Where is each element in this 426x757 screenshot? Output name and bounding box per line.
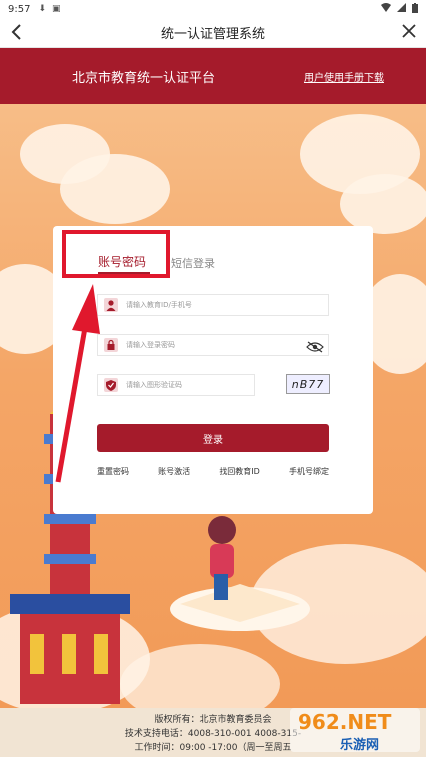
cell-signal-icon	[397, 3, 406, 15]
portal-header: 北京市教育统一认证平台 用户使用手册下载	[0, 48, 426, 104]
login-button[interactable]: 登录	[97, 424, 329, 452]
username-field	[97, 294, 329, 316]
app-title: 统一认证管理系统	[160, 27, 265, 42]
login-links: 重置密码 账号激活 找回教育ID 手机号绑定	[97, 466, 329, 477]
activate-account-link[interactable]: 账号激活	[158, 466, 190, 477]
close-icon[interactable]	[402, 22, 416, 43]
recover-edu-id-link[interactable]: 找回教育ID	[219, 466, 260, 477]
bind-phone-link[interactable]: 手机号绑定	[289, 466, 329, 477]
highlight-box	[62, 230, 170, 278]
tab-sms-login[interactable]: 短信登录	[171, 255, 215, 271]
status-bar: 9:57 ⬇ ▣	[0, 0, 426, 18]
username-input[interactable]	[126, 295, 296, 315]
eye-icon[interactable]	[306, 338, 324, 357]
wifi-icon	[381, 3, 391, 15]
password-field	[97, 334, 329, 356]
watermark-sub: 乐游网	[340, 738, 380, 753]
user-manual-download-link[interactable]: 用户使用手册下载	[304, 69, 384, 84]
portal-title: 北京市教育统一认证平台	[72, 71, 216, 86]
captcha-image[interactable]: nB77	[286, 374, 330, 394]
captcha-field	[97, 374, 255, 396]
download-icon: ⬇	[38, 4, 47, 14]
reading-girl-illustration	[170, 516, 310, 631]
status-time: 9:57	[8, 3, 31, 15]
captcha-input[interactable]	[126, 375, 246, 395]
watermark-brand: 962.NET	[298, 710, 392, 734]
shield-icon	[98, 375, 124, 395]
watermark-logo: 962.NET 乐游网	[290, 708, 420, 753]
reset-password-link[interactable]: 重置密码	[97, 466, 129, 477]
battery-icon	[412, 2, 418, 16]
password-input[interactable]	[126, 335, 296, 355]
back-icon[interactable]	[10, 23, 22, 46]
user-icon	[98, 295, 124, 315]
app-bar: 统一认证管理系统	[0, 18, 426, 48]
lock-icon	[98, 335, 124, 355]
notification-icon: ▣	[52, 4, 61, 14]
